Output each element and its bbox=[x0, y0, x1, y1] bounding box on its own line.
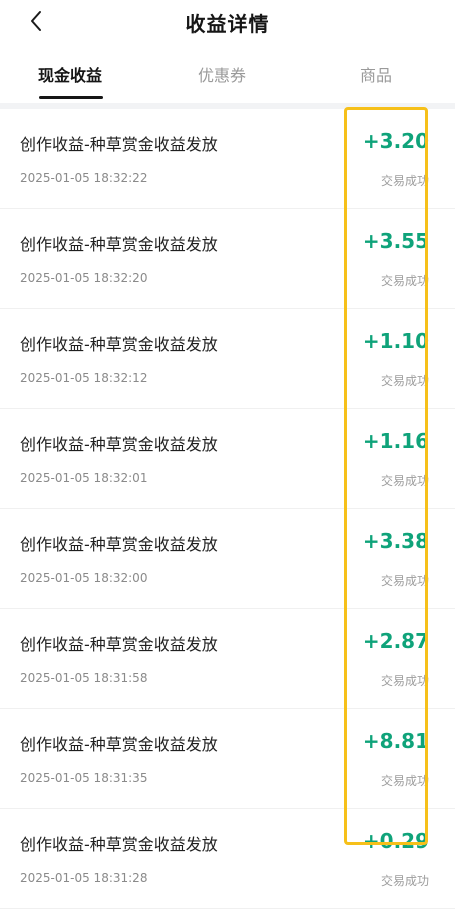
list-item[interactable]: 创作收益-种草赏金收益发放 2025-01-05 18:31:28 +0.29 … bbox=[0, 809, 455, 909]
page-title: 收益详情 bbox=[185, 12, 270, 36]
income-list: 创作收益-种草赏金收益发放 2025-01-05 18:32:22 +3.20 … bbox=[0, 109, 455, 909]
record-title: 创作收益-种草赏金收益发放 bbox=[20, 435, 218, 454]
record-status: 交易成功 bbox=[380, 574, 429, 588]
record-title: 创作收益-种草赏金收益发放 bbox=[20, 535, 218, 554]
record-title: 创作收益-种草赏金收益发放 bbox=[20, 235, 218, 254]
tab-coupons[interactable]: 优惠券 bbox=[198, 62, 246, 86]
record-status: 交易成功 bbox=[380, 474, 429, 488]
tab-active-indicator bbox=[39, 96, 103, 99]
record-time: 2025-01-05 18:31:58 bbox=[20, 671, 148, 685]
record-status: 交易成功 bbox=[380, 874, 429, 888]
record-time: 2025-01-05 18:32:01 bbox=[20, 471, 148, 485]
list-item[interactable]: 创作收益-种草赏金收益发放 2025-01-05 18:31:35 +8.81 … bbox=[0, 709, 455, 809]
record-amount: +3.38 bbox=[362, 529, 429, 553]
record-amount: +3.55 bbox=[362, 229, 429, 253]
record-time: 2025-01-05 18:31:35 bbox=[20, 771, 148, 785]
tab-products[interactable]: 商品 bbox=[360, 62, 392, 86]
tab-bar: 现金收益 优惠券 商品 bbox=[0, 54, 455, 102]
record-title: 创作收益-种草赏金收益发放 bbox=[20, 335, 218, 354]
list-item[interactable]: 创作收益-种草赏金收益发放 2025-01-05 18:32:00 +3.38 … bbox=[0, 509, 455, 609]
record-amount: +1.16 bbox=[362, 429, 429, 453]
record-amount: +0.29 bbox=[362, 829, 429, 853]
record-status: 交易成功 bbox=[380, 674, 429, 688]
record-amount: +8.81 bbox=[362, 729, 429, 753]
record-status: 交易成功 bbox=[380, 774, 429, 788]
list-item[interactable]: 创作收益-种草赏金收益发放 2025-01-05 18:32:12 +1.10 … bbox=[0, 309, 455, 409]
record-amount: +3.20 bbox=[362, 129, 429, 153]
record-title: 创作收益-种草赏金收益发放 bbox=[20, 135, 218, 154]
record-status: 交易成功 bbox=[380, 174, 429, 188]
record-time: 2025-01-05 18:32:00 bbox=[20, 571, 148, 585]
list-item[interactable]: 创作收益-种草赏金收益发放 2025-01-05 18:32:20 +3.55 … bbox=[0, 209, 455, 309]
record-time: 2025-01-05 18:32:12 bbox=[20, 371, 148, 385]
record-time: 2025-01-05 18:32:20 bbox=[20, 271, 148, 285]
record-title: 创作收益-种草赏金收益发放 bbox=[20, 735, 218, 754]
record-title: 创作收益-种草赏金收益发放 bbox=[20, 635, 218, 654]
header: 收益详情 bbox=[0, 0, 455, 44]
record-amount: +1.10 bbox=[362, 329, 429, 353]
record-amount: +2.87 bbox=[362, 629, 429, 653]
record-status: 交易成功 bbox=[380, 274, 429, 288]
tab-cash-income[interactable]: 现金收益 bbox=[38, 62, 102, 86]
list-item[interactable]: 创作收益-种草赏金收益发放 2025-01-05 18:32:01 +1.16 … bbox=[0, 409, 455, 509]
list-item[interactable]: 创作收益-种草赏金收益发放 2025-01-05 18:31:58 +2.87 … bbox=[0, 609, 455, 709]
record-title: 创作收益-种草赏金收益发放 bbox=[20, 835, 218, 854]
record-time: 2025-01-05 18:31:28 bbox=[20, 871, 148, 885]
record-time: 2025-01-05 18:32:22 bbox=[20, 171, 148, 185]
record-status: 交易成功 bbox=[380, 374, 429, 388]
list-item[interactable]: 创作收益-种草赏金收益发放 2025-01-05 18:32:22 +3.20 … bbox=[0, 109, 455, 209]
